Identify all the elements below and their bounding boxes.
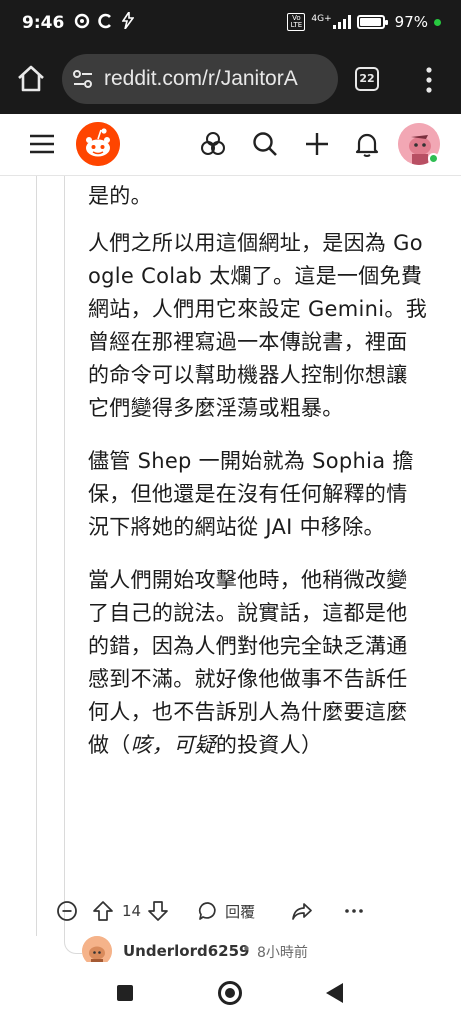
search-icon[interactable] bbox=[251, 130, 279, 158]
comment-thread: 是的。 人們之所以用這個網址，是因為 Google Colab 太爛了。這是一個… bbox=[0, 176, 461, 962]
reddit-logo-icon[interactable] bbox=[76, 122, 120, 166]
reddit-header bbox=[0, 114, 461, 176]
popular-icon[interactable] bbox=[199, 130, 227, 158]
reply-user-avatar[interactable] bbox=[82, 936, 112, 962]
thread-line bbox=[36, 176, 37, 936]
comment-paragraph: 人們之所以用這個網址，是因為 Google Colab 太爛了。這是一個免費網站… bbox=[88, 231, 428, 420]
c-icon bbox=[98, 13, 111, 28]
signal-indicator: 4G+ bbox=[311, 14, 351, 29]
comment-body: 是的。 人們之所以用這個網址，是因為 Google Colab 太爛了。這是一個… bbox=[88, 180, 428, 782]
flash-icon bbox=[122, 12, 134, 29]
reply-icon[interactable] bbox=[197, 900, 219, 922]
avatar-snoo-icon bbox=[82, 936, 112, 962]
comment-paragraph: 儘管 Shep 一開始就為 Sophia 擔保，但他還是在沒有任何解釋的情況下將… bbox=[88, 449, 414, 539]
tab-switcher-button[interactable]: 22 bbox=[355, 67, 379, 91]
comment-paragraph: 是的。 bbox=[88, 184, 152, 208]
browser-toolbar: reddit.com/r/JanitorA 22 bbox=[0, 46, 461, 114]
upvote-icon[interactable] bbox=[92, 900, 114, 922]
downvote-icon[interactable] bbox=[147, 900, 169, 922]
recents-button[interactable] bbox=[117, 985, 133, 1001]
home-button[interactable] bbox=[218, 981, 242, 1005]
vote-count: 14 bbox=[122, 902, 142, 920]
clock: 9:46 bbox=[22, 13, 65, 33]
share-icon[interactable] bbox=[291, 900, 313, 922]
reply-comment-header: Underlord6259 • 8小時前 bbox=[64, 936, 461, 962]
battery-icon bbox=[356, 15, 388, 29]
create-post-icon[interactable] bbox=[303, 130, 331, 158]
collapse-icon[interactable] bbox=[56, 900, 78, 922]
online-status-indicator bbox=[428, 153, 439, 164]
status-bar: 9:46 Vo LTE 4G+ 97% bbox=[0, 0, 461, 46]
more-horiz-icon[interactable] bbox=[343, 900, 365, 922]
reply-username[interactable]: Underlord6259 bbox=[123, 942, 250, 960]
comment-actions: 14 回覆 bbox=[56, 896, 456, 926]
notifications-bell-icon[interactable] bbox=[353, 130, 381, 158]
site-settings-icon[interactable] bbox=[72, 69, 94, 89]
hamburger-menu-icon[interactable] bbox=[28, 130, 56, 158]
thread-line bbox=[64, 176, 65, 936]
meta-separator: • bbox=[242, 940, 251, 958]
volte-icon: Vo LTE bbox=[287, 13, 306, 31]
notification-icons bbox=[74, 12, 134, 29]
thread-connector bbox=[64, 936, 82, 954]
address-bar[interactable]: reddit.com/r/JanitorA bbox=[62, 54, 338, 104]
comment-paragraph: 當人們開始攻擊他時，他稍微改變了自己的說法。說實話，這都是他的錯，因為人們對他完… bbox=[88, 564, 428, 762]
volte-label: Vo LTE bbox=[290, 14, 303, 29]
more-vert-icon[interactable] bbox=[423, 65, 435, 95]
reply-button[interactable]: 回覆 bbox=[225, 901, 255, 922]
signal-icon bbox=[332, 15, 351, 29]
home-icon[interactable] bbox=[14, 62, 48, 96]
back-button[interactable] bbox=[326, 983, 343, 1003]
network-label: 4G+ bbox=[311, 14, 332, 24]
system-indicators: Vo LTE 4G+ 97% bbox=[287, 13, 441, 31]
privacy-dot-icon bbox=[434, 18, 441, 26]
reply-timestamp: 8小時前 bbox=[257, 945, 308, 961]
url-text: reddit.com/r/JanitorA bbox=[104, 67, 298, 90]
comment-text: 當人們開始攻擊他時，他稍微改變了自己的說法。說實話，這都是他的錯，因為人們對他完… bbox=[88, 568, 408, 757]
comment-italic-text: 咳，可疑 bbox=[130, 733, 216, 757]
system-nav-bar bbox=[0, 962, 461, 1024]
o-icon bbox=[74, 13, 90, 28]
battery-percent: 97% bbox=[394, 13, 428, 31]
comment-text: 的投資人） bbox=[215, 733, 323, 757]
